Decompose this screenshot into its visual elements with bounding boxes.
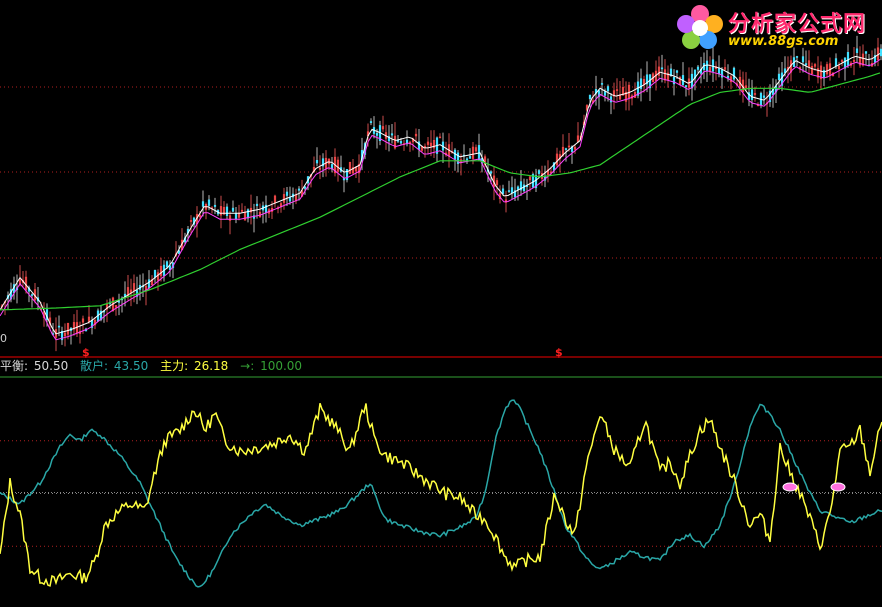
candle-body — [510, 187, 514, 194]
logo-url: www.88gs.com — [728, 34, 839, 49]
candle-body — [675, 70, 679, 73]
candle-body — [711, 59, 715, 72]
legend-main-value: 26.18 — [193, 359, 229, 373]
ma-mid-line — [0, 59, 881, 341]
signal-marker: $ — [555, 346, 563, 359]
candle-body — [57, 325, 61, 328]
candle-body — [153, 269, 157, 278]
candle-body — [390, 133, 394, 136]
candle-body — [801, 56, 805, 63]
candle-body — [168, 265, 172, 270]
candle-body — [288, 197, 292, 202]
candle-body — [717, 67, 721, 75]
price-axis-label: 0 — [0, 332, 7, 345]
candle-body — [705, 60, 709, 72]
candle-body — [603, 91, 607, 96]
candle-body — [522, 184, 526, 192]
candle-body — [672, 76, 676, 85]
candle-body — [399, 141, 403, 144]
legend-balance-value: 50.50 — [33, 359, 69, 373]
candle-body — [777, 73, 781, 81]
legend-retail-label: 散户: — [80, 359, 112, 373]
candle-body — [537, 170, 541, 174]
candle-body — [507, 190, 511, 192]
candle-body — [843, 57, 847, 69]
candle-body — [213, 204, 217, 207]
candle-body — [834, 58, 838, 67]
candle-body — [726, 75, 730, 78]
candle-body — [225, 206, 229, 216]
candle-body — [375, 132, 379, 136]
candle-body — [516, 186, 520, 190]
candle-body — [606, 86, 610, 92]
candle-body — [684, 85, 688, 88]
legend-arrow-value: 100.00 — [260, 359, 303, 373]
candle-body — [468, 156, 472, 159]
candle-body — [600, 83, 604, 85]
candle-body — [588, 94, 592, 100]
candle-body — [660, 67, 664, 70]
candle-body — [750, 89, 754, 100]
candle-body — [165, 261, 169, 268]
candle-body — [489, 171, 493, 174]
candle-body — [369, 121, 373, 123]
candle-body — [117, 301, 121, 303]
candle-body — [564, 148, 568, 150]
legend-balance-label: 平衡: — [0, 359, 32, 373]
ma-long-line — [0, 72, 881, 311]
candle-body — [30, 294, 34, 296]
candle-body — [147, 279, 151, 289]
candle-body — [696, 66, 700, 70]
site-logo: 分析家公式网 www.88gs.com — [674, 0, 874, 56]
candle-body — [201, 201, 205, 207]
candle-body — [315, 160, 319, 164]
candle-body — [609, 96, 613, 103]
indicator-legend: 平衡: 50.50 散户: 43.50 主力: 26.18 →: 100.00 — [0, 358, 304, 374]
crossover-marker — [830, 482, 846, 492]
candle-body — [795, 56, 799, 58]
candle-body — [501, 188, 505, 194]
legend-retail-value: 43.50 — [113, 359, 149, 373]
candle-body — [303, 186, 307, 189]
candle-body — [285, 191, 289, 196]
legend-main-label: 主力: — [160, 359, 192, 373]
candle-body — [246, 209, 250, 219]
crossover-marker — [782, 482, 798, 492]
candle-body — [231, 207, 235, 212]
flower-logo-icon — [677, 5, 723, 49]
stock-chart: 0$ $ — [0, 35, 882, 588]
candle-body — [207, 199, 211, 206]
legend-arrow-label: →: — [240, 359, 259, 373]
candle-body — [762, 95, 766, 98]
candle-body — [234, 213, 238, 220]
candle-body — [255, 203, 259, 207]
candle-body — [732, 67, 736, 80]
candle-body — [804, 63, 808, 66]
candle-body — [297, 188, 301, 191]
